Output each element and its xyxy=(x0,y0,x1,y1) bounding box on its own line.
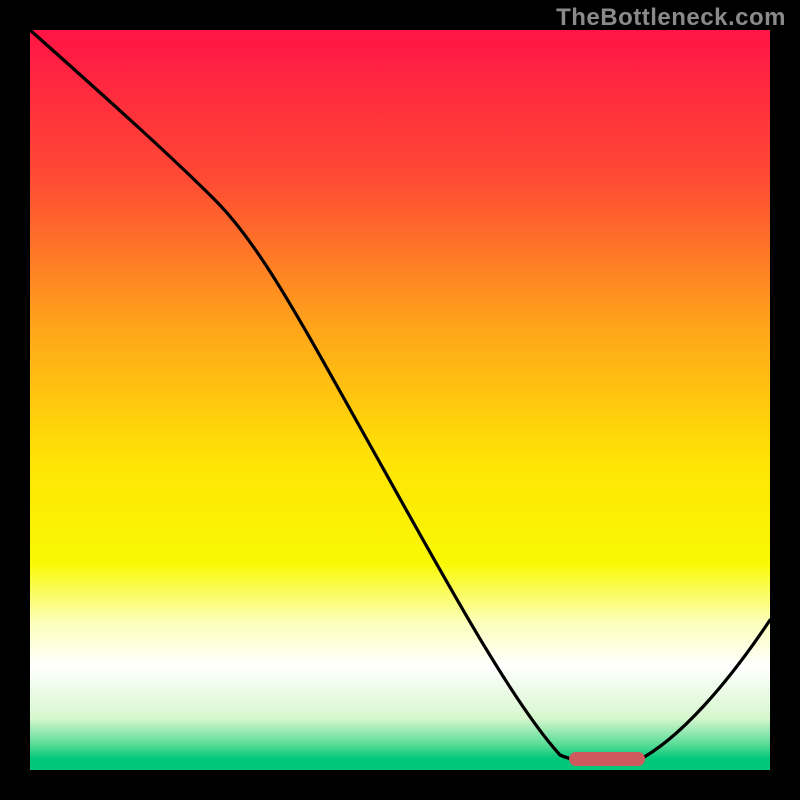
bottleneck-chart xyxy=(0,0,800,800)
optimal-range-marker xyxy=(569,752,645,766)
watermark-text: TheBottleneck.com xyxy=(556,4,786,32)
plot-background xyxy=(30,30,770,770)
chart-frame: TheBottleneck.com xyxy=(0,0,800,800)
